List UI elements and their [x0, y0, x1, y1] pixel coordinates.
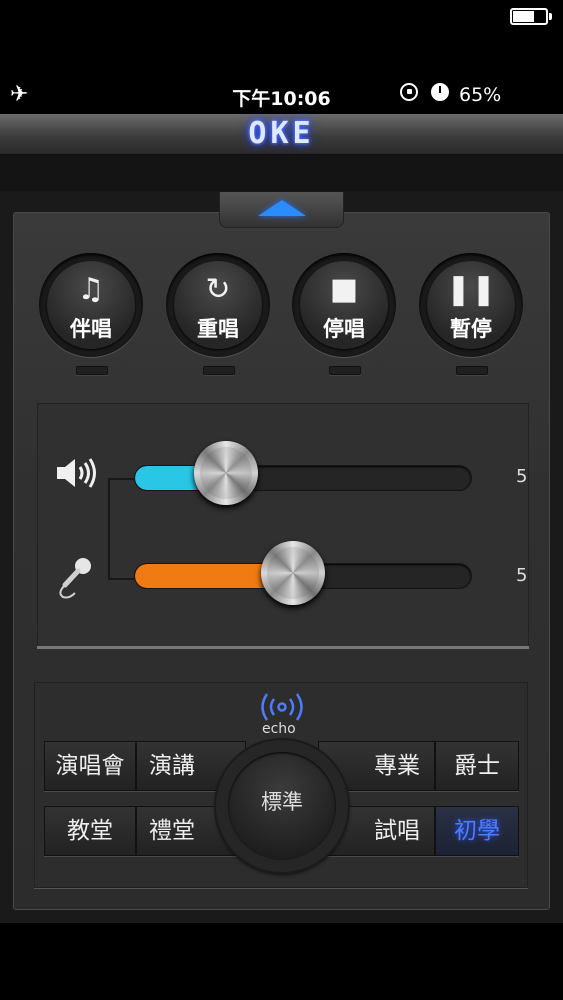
battery-icon: [510, 8, 548, 25]
replay-label: 重唱: [197, 317, 239, 341]
replay-button[interactable]: ↻ 重唱: [166, 253, 270, 357]
mode-standard-label: 標準: [261, 790, 303, 814]
stop-label: 停唱: [323, 317, 365, 341]
slider-link-bracket: [108, 478, 134, 580]
accompany-button[interactable]: ♫ 伴唱: [39, 253, 143, 357]
app-logo: OKE: [248, 116, 315, 151]
replay-icon: ↻: [205, 272, 231, 307]
alarm-icon: [431, 83, 449, 101]
bottom-bar: [0, 923, 563, 1000]
collapse-panel-button[interactable]: [219, 192, 344, 228]
mic-volume-value: 5: [516, 565, 528, 586]
stop-icon: ■: [329, 272, 359, 307]
battery-fill: [513, 11, 534, 22]
stop-indicator: [329, 366, 361, 375]
music-note-icon: ♫: [77, 272, 105, 307]
mic-volume-handle[interactable]: [261, 541, 326, 605]
chevron-up-icon: [258, 200, 306, 216]
accompany-label: 伴唱: [70, 317, 112, 341]
stop-button-face: ■ 停唱: [300, 261, 388, 349]
volume-panel-divider: [37, 646, 529, 649]
music-volume-value: 5: [516, 466, 528, 487]
pause-button-face: ❚❚ 暫停: [427, 261, 515, 349]
mode-jazz-button[interactable]: 爵士: [435, 741, 519, 791]
pause-indicator: [456, 366, 488, 375]
accompany-indicator: [76, 366, 108, 375]
accompany-button-face: ♫ 伴唱: [47, 261, 135, 349]
status-bar: ✈ 下午10:06 65%: [0, 78, 563, 114]
echo-label: echo: [262, 721, 296, 737]
pause-button[interactable]: ❚❚ 暫停: [419, 253, 523, 357]
mode-church-button[interactable]: 教堂: [44, 806, 136, 856]
speaker-icon: [57, 458, 96, 488]
microphone-icon: [59, 558, 91, 599]
music-volume-slider[interactable]: [134, 465, 472, 491]
echo-wave-icon: [261, 693, 303, 721]
mic-volume-fill: [135, 564, 281, 588]
mode-concert-button[interactable]: 演唱會: [44, 741, 136, 791]
pause-label: 暫停: [450, 317, 492, 341]
sub-header-bar: [0, 155, 563, 191]
app-header: OKE: [0, 114, 563, 155]
battery-percent: 65%: [459, 84, 502, 106]
replay-indicator: [203, 366, 235, 375]
rotation-lock-icon: [400, 83, 418, 101]
mode-beginner-button[interactable]: 初學: [435, 806, 519, 856]
replay-button-face: ↻ 重唱: [174, 261, 262, 349]
pause-icon: ❚❚: [445, 272, 497, 307]
battery-tip: [549, 13, 552, 20]
stop-button[interactable]: ■ 停唱: [292, 253, 396, 357]
music-volume-handle[interactable]: [193, 441, 258, 505]
